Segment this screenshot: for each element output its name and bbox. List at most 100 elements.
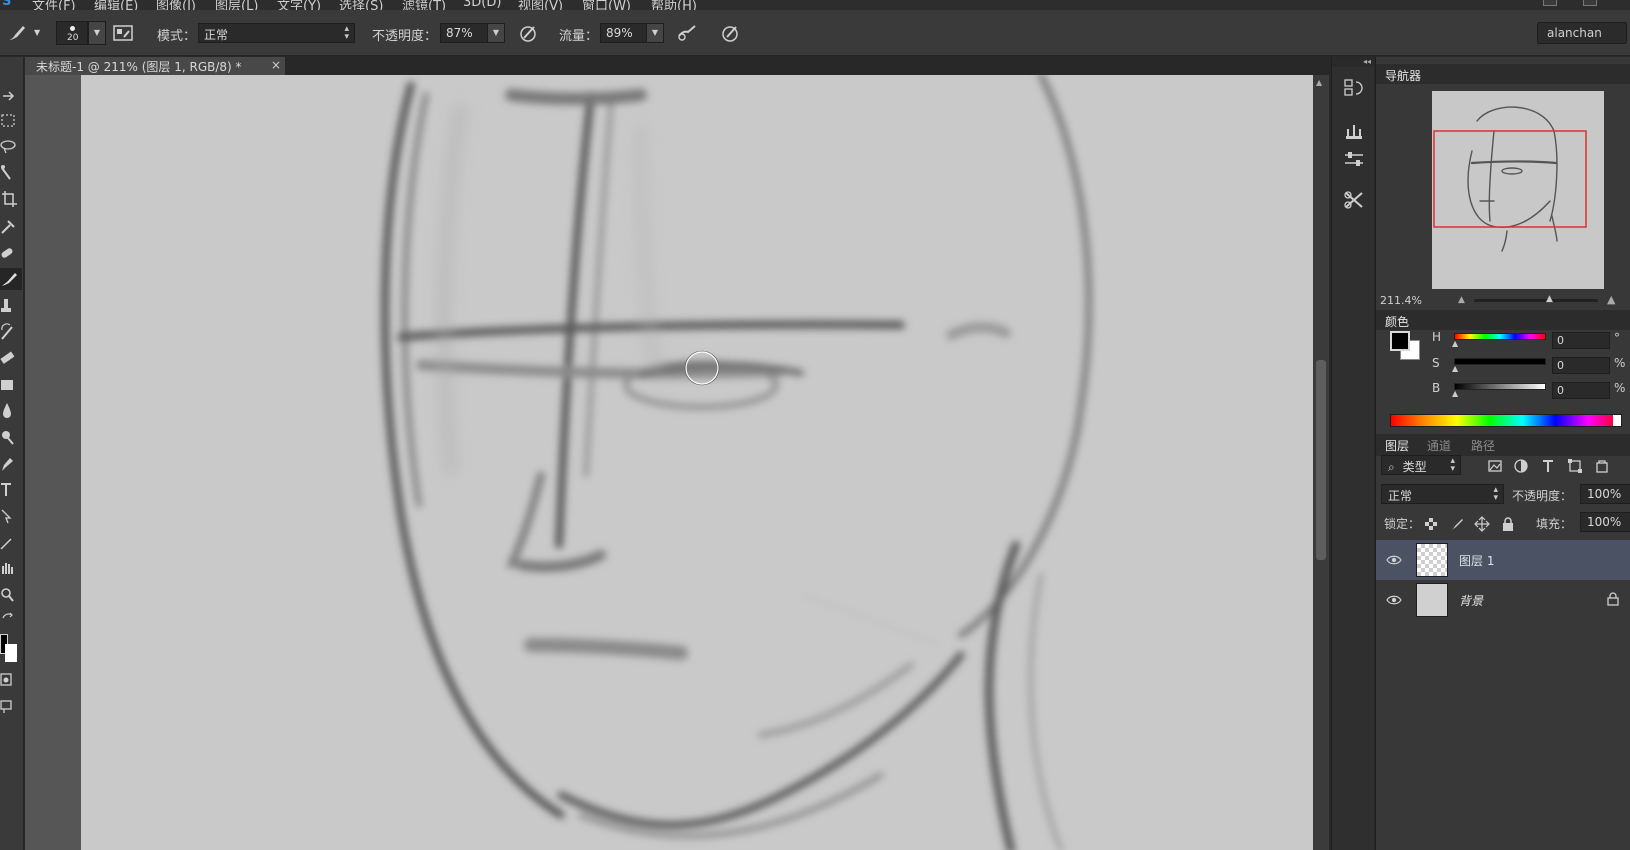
collapse-panels-icon[interactable]: ◂◂ [1332,57,1375,67]
menu-help[interactable]: 帮助(H) [651,0,697,10]
layer-row-layer1[interactable]: 图层 1 [1376,540,1630,580]
minimize-button[interactable] [1543,0,1557,6]
pen-icon[interactable] [0,453,22,475]
gradient-icon[interactable] [0,374,22,396]
healing-icon[interactable] [0,242,22,264]
lock-image-pixels-icon[interactable] [1449,516,1465,532]
tool-presets-panel-icon[interactable] [1342,188,1366,212]
adjustments-panel-icon[interactable] [1342,147,1366,171]
spectrum-white-swatch[interactable] [1613,415,1621,426]
brightness-slider[interactable] [1454,383,1546,390]
hand-icon[interactable] [0,558,22,580]
brush-presets-panel-icon[interactable] [1342,119,1366,143]
navigator-zoom-value[interactable]: 211.4% [1380,294,1422,307]
opacity-slider-dropdown-icon[interactable]: ▼ [487,23,505,43]
quick-mask-icon[interactable] [0,670,22,692]
lock-all-icon[interactable] [1500,516,1516,532]
path-select-icon[interactable] [0,506,22,528]
menu-layer[interactable]: 图层(L) [215,0,258,10]
hue-slider-handle-icon[interactable]: ▲ [1452,339,1458,348]
brush-preset-picker[interactable]: 20 [56,21,88,45]
fill-input[interactable]: 100% [1580,512,1630,532]
tab-layers[interactable]: 图层 [1385,437,1409,454]
type-icon[interactable] [0,479,22,501]
visibility-eye-icon[interactable] [1386,593,1402,607]
clone-stamp-icon[interactable] [0,295,22,317]
brightness-slider-handle-icon[interactable]: ▲ [1452,389,1458,398]
airbrush-icon[interactable] [676,22,698,44]
menu-select[interactable]: 选择(S) [339,0,383,10]
move-icon[interactable] [0,85,22,107]
dodge-icon[interactable] [0,427,22,449]
maximize-button[interactable] [1583,0,1597,6]
zoom-out-icon[interactable]: ▲ [1458,295,1465,305]
tab-paths[interactable]: 路径 [1471,437,1495,454]
filter-pixel-layers-icon[interactable] [1487,458,1503,474]
lock-position-icon[interactable] [1474,516,1490,532]
navigator-zoom-slider[interactable]: ▲ [1474,294,1598,304]
vertical-scrollbar[interactable]: ▲ [1313,75,1329,850]
drawing-canvas[interactable] [81,75,1313,850]
brightness-input[interactable]: 0 [1552,382,1610,399]
menu-3d[interactable]: 3D(D) [463,0,501,10]
menu-file[interactable]: 文件(F) [32,0,76,10]
menu-window[interactable]: 窗口(W) [582,0,631,10]
filter-type-layers-icon[interactable] [1540,458,1556,474]
zoom-icon[interactable] [0,585,22,607]
eraser-icon[interactable] [0,347,22,369]
lock-transparent-pixels-icon[interactable] [1423,516,1439,532]
tool-preset-dropdown-icon[interactable]: ▼ [34,28,40,37]
eyedropper-icon[interactable] [0,215,22,237]
menu-type[interactable]: 文字(Y) [277,0,321,10]
scroll-up-icon[interactable]: ▲ [1316,78,1322,87]
hue-slider[interactable] [1454,333,1546,340]
swap-colors-icon[interactable] [0,610,22,632]
tab-navigator[interactable]: 导航器 [1385,67,1421,84]
flow-slider-dropdown-icon[interactable]: ▼ [646,23,664,43]
scrollbar-thumb[interactable] [1316,360,1326,560]
tab-color[interactable]: 颜色 [1385,313,1409,330]
navigator-view-rectangle[interactable] [1433,130,1587,228]
menu-view[interactable]: 视图(V) [518,0,563,10]
menu-image[interactable]: 图像(I) [156,0,196,10]
history-brush-icon[interactable] [0,321,22,343]
layer-row-background[interactable]: 背景 [1376,580,1630,620]
brush-icon[interactable] [0,268,22,290]
pressure-size-icon[interactable] [719,22,741,44]
brush-tool-icon[interactable] [6,22,28,44]
flow-input[interactable]: 89% [600,23,647,43]
quick-select-icon[interactable] [0,163,22,185]
history-panel-icon[interactable] [1342,76,1366,100]
saturation-input[interactable]: 0 [1552,357,1610,374]
lasso-icon[interactable] [0,136,22,158]
brush-panel-icon[interactable] [112,22,134,44]
menu-edit[interactable]: 编辑(E) [94,0,138,10]
opacity-input[interactable]: 87% [440,23,488,43]
layer-filter-select[interactable]: ⌕ 类型 ▴ ▾ [1381,455,1461,475]
visibility-eye-icon[interactable] [1386,553,1402,567]
user-account-field[interactable]: alanchan [1537,22,1627,44]
close-document-icon[interactable]: × [271,58,281,72]
tab-channels[interactable]: 通道 [1427,437,1451,454]
zoom-slider-handle-icon[interactable]: ▲ [1546,294,1553,304]
screen-mode-icon[interactable] [0,697,22,719]
filter-adjustment-layers-icon[interactable] [1513,458,1529,474]
foreground-color-top[interactable] [1390,331,1410,351]
background-color-swatch[interactable] [5,644,17,662]
blend-mode-select[interactable]: 正常 ▴ ▾ [1381,484,1504,504]
mode-select[interactable]: 正常 ▴ ▾ [198,23,355,43]
filter-smart-objects-icon[interactable] [1594,458,1610,474]
pressure-opacity-icon[interactable] [517,22,539,44]
saturation-slider[interactable] [1454,358,1546,365]
hue-input[interactable]: 0 [1552,332,1610,349]
crop-icon[interactable] [0,189,22,211]
navigator-preview[interactable] [1432,91,1604,289]
layer-opacity-input[interactable]: 100% [1580,484,1630,504]
blur-icon[interactable] [0,400,22,422]
zoom-in-icon[interactable]: ▲ [1607,293,1615,306]
color-spectrum-ramp[interactable] [1390,414,1622,427]
brush-preset-dropdown-icon[interactable]: ▼ [88,21,106,45]
saturation-slider-handle-icon[interactable]: ▲ [1452,364,1458,373]
line-icon[interactable] [0,532,22,554]
marquee-icon[interactable] [0,110,22,132]
